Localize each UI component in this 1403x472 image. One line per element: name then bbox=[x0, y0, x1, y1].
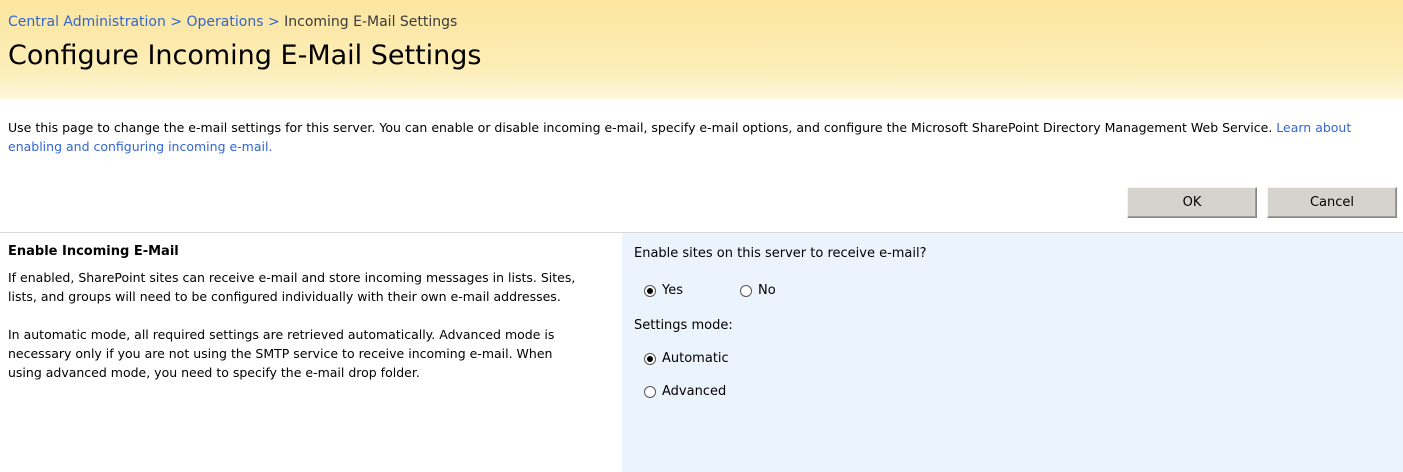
page-description: Use this page to change the e-mail setti… bbox=[8, 118, 1393, 156]
radio-label-automatic: Automatic bbox=[662, 351, 729, 366]
settings-panel: Enable sites on this server to receive e… bbox=[622, 233, 1403, 472]
breadcrumb: Central Administration > Operations > In… bbox=[8, 14, 457, 30]
breadcrumb-separator: > bbox=[170, 14, 183, 30]
breadcrumb-separator: > bbox=[267, 14, 280, 30]
radio-selected-dot bbox=[647, 287, 653, 294]
radio-button-icon[interactable] bbox=[644, 352, 656, 365]
section-heading: Enable Incoming E-Mail bbox=[8, 244, 179, 259]
radio-mode-advanced[interactable]: Advanced bbox=[644, 384, 726, 399]
breadcrumb-current: Incoming E-Mail Settings bbox=[284, 14, 458, 30]
radio-button-icon[interactable] bbox=[740, 284, 752, 297]
section-paragraph-enabled: If enabled, SharePoint sites can receive… bbox=[8, 270, 576, 304]
section-paragraph-modes: In automatic mode, all required settings… bbox=[8, 327, 555, 380]
radio-selected-dot bbox=[647, 355, 653, 362]
ok-button[interactable]: OK bbox=[1127, 187, 1257, 218]
breadcrumb-operations[interactable]: Operations bbox=[187, 14, 264, 30]
radio-label-yes: Yes bbox=[662, 283, 683, 298]
page-title: Configure Incoming E-Mail Settings bbox=[8, 40, 482, 71]
cancel-button[interactable]: Cancel bbox=[1267, 187, 1397, 218]
page-description-text: Use this page to change the e-mail setti… bbox=[8, 120, 1273, 135]
radio-mode-automatic[interactable]: Automatic bbox=[644, 351, 729, 366]
radio-button-icon[interactable] bbox=[644, 385, 656, 398]
radio-enable-yes[interactable]: Yes bbox=[644, 283, 683, 298]
radio-button-icon[interactable] bbox=[644, 284, 656, 297]
radio-label-no: No bbox=[758, 283, 776, 298]
section-description: Enable Incoming E-Mail If enabled, Share… bbox=[8, 244, 588, 382]
radio-label-advanced: Advanced bbox=[662, 384, 727, 399]
enable-email-label: Enable sites on this server to receive e… bbox=[634, 246, 927, 261]
title-area: Central Administration > Operations > In… bbox=[0, 0, 1403, 99]
radio-enable-no[interactable]: No bbox=[740, 283, 776, 298]
settings-mode-label: Settings mode: bbox=[634, 318, 733, 333]
breadcrumb-central-administration[interactable]: Central Administration bbox=[8, 14, 166, 30]
